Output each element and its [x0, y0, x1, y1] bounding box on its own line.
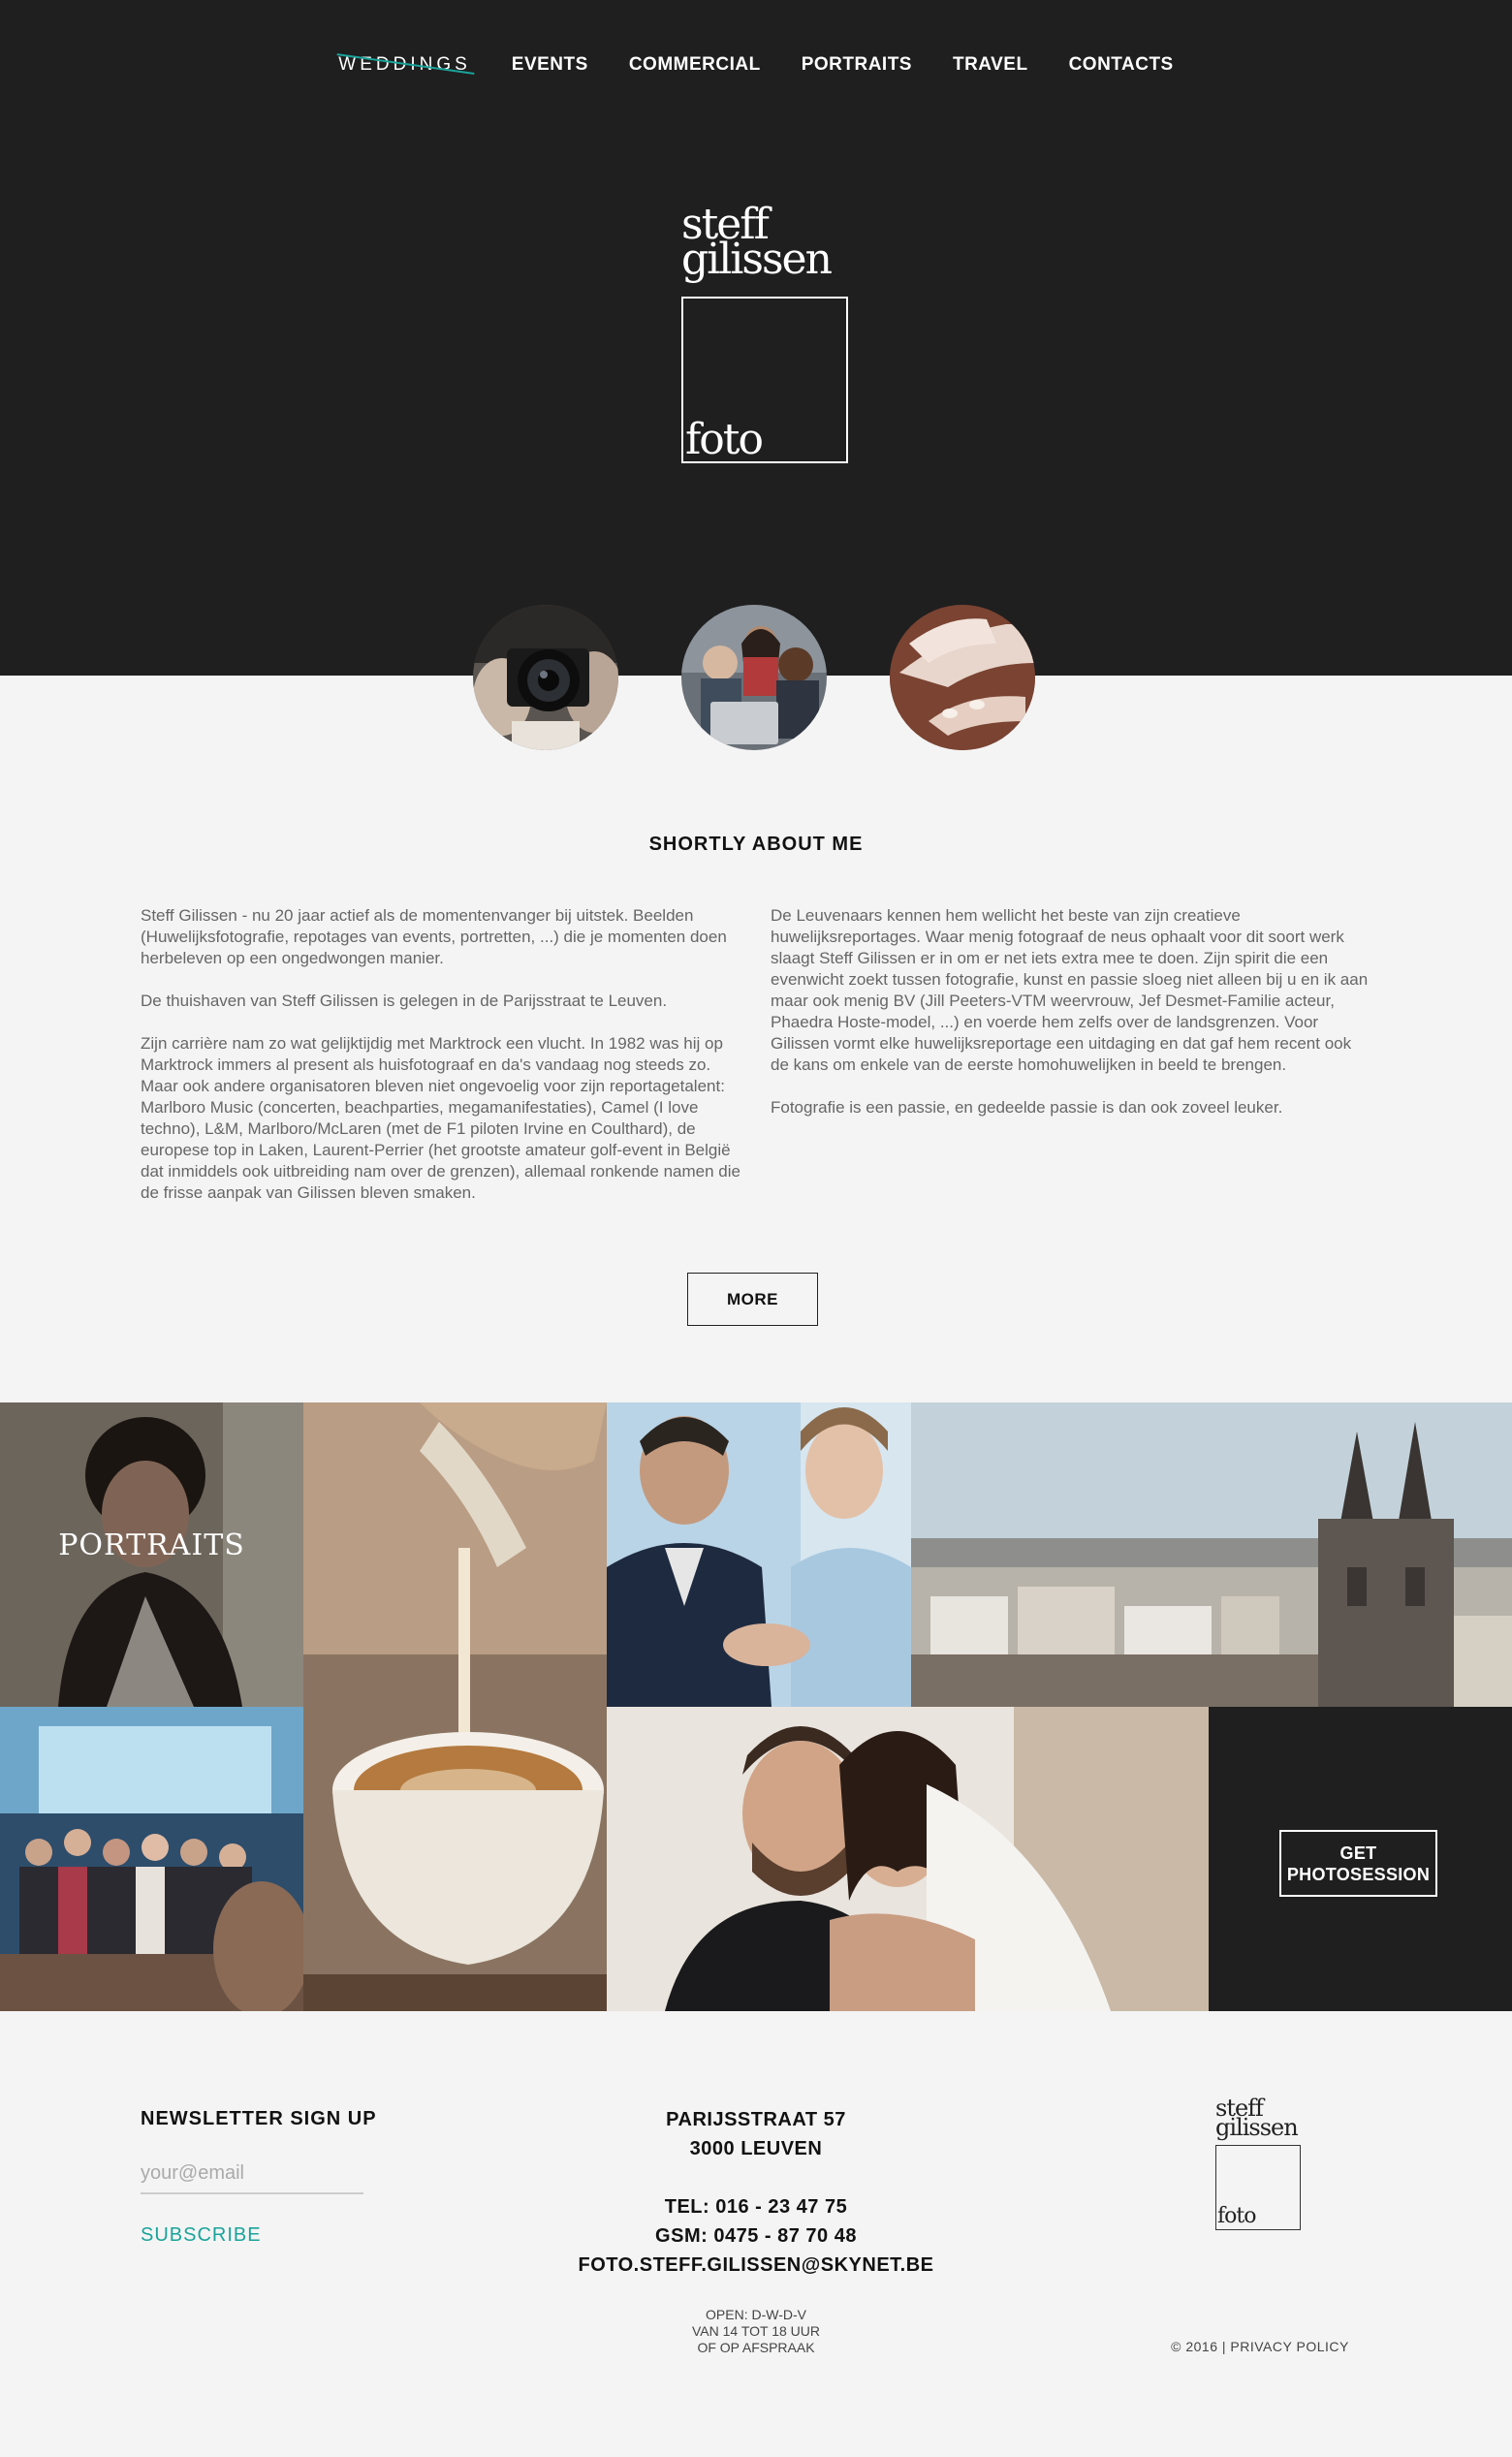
more-button[interactable]: MORE [687, 1273, 818, 1326]
copyright: © 2016 | PRIVACY POLICY [1134, 2339, 1386, 2354]
nav-portraits[interactable]: PORTRAITS [802, 52, 912, 78]
get-photosession-button[interactable]: GET PHOTOSESSION [1279, 1830, 1437, 1897]
circle-photo-camera[interactable] [473, 605, 618, 750]
cta-line-1: GET [1339, 1843, 1377, 1863]
cta-line-2: PHOTOSESSION [1286, 1864, 1431, 1884]
prague-photo-image [911, 1402, 1512, 1707]
phone-gsm[interactable]: GSM: 0475 - 87 70 48 [562, 2221, 950, 2251]
address-line-1: PARIJSSTRAAT 57 [666, 2109, 846, 2130]
footer-logo[interactable]: steff gilissen foto [1213, 2096, 1307, 2232]
party-photo-image [0, 1707, 303, 2011]
nav-travel[interactable]: TRAVEL [953, 52, 1028, 78]
hours-line-1: OPEN: D-W-D-V [706, 2307, 806, 2322]
coffee-photo-image [303, 1402, 607, 2011]
opening-hours: OPEN: D-W-D-V VAN 14 TOT 18 UUR OF OP AF… [562, 2307, 950, 2356]
wedding-photo-image [607, 1707, 1209, 2011]
main-nav: WEDDINGS EVENTS COMMERCIAL PORTRAITS TRA… [0, 52, 1512, 78]
camera-photo-image [473, 605, 618, 750]
gallery-tile-weddings[interactable] [607, 1707, 1209, 2011]
hours-line-2: VAN 14 TOT 18 UUR [691, 2323, 820, 2339]
contact-email-link[interactable]: FOTO.STEFF.GILISSEN@SKYNET.BE [562, 2251, 950, 2280]
about-paragraph: Zijn carrière nam zo wat gelijktijdig me… [141, 1034, 740, 1202]
site-logo[interactable]: steff gilissen foto [678, 204, 853, 467]
nav-events[interactable]: EVENTS [512, 52, 588, 78]
business-photo-image [607, 1402, 911, 1707]
about-paragraph: Fotografie is een passie, en gedeelde pa… [771, 1098, 1283, 1117]
nav-contacts[interactable]: CONTACTS [1069, 52, 1174, 78]
nav-commercial[interactable]: COMMERCIAL [629, 52, 761, 78]
gallery-tile-travel[interactable] [911, 1402, 1512, 1707]
about-title: SHORTLY ABOUT ME [648, 834, 864, 855]
logo-word-gilissen: gilissen [1215, 2114, 1299, 2141]
gallery-tile-events[interactable] [0, 1707, 303, 2011]
gallery-tile-business[interactable] [607, 1402, 911, 1707]
address-line-2: 3000 LEUVEN [689, 2138, 823, 2159]
logo-word-foto: foto [685, 415, 764, 464]
team-photo-image [681, 605, 827, 750]
nav-weddings[interactable]: WEDDINGS [338, 52, 471, 78]
circle-photo-team[interactable] [681, 605, 827, 750]
contact-info: PARIJSSTRAAT 57 3000 LEUVEN TEL: 016 - 2… [562, 2105, 950, 2280]
privacy-policy-link[interactable]: PRIVACY POLICY [1230, 2339, 1348, 2354]
hands-photo-image [890, 605, 1035, 750]
logo-word-gilissen: gilissen [681, 235, 833, 284]
about-paragraph: De thuishaven van Steff Gilissen is gele… [141, 992, 668, 1010]
copyright-text: © 2016 | [1171, 2339, 1227, 2354]
about-right-column: De Leuvenaars kennen hem wellicht het be… [771, 905, 1371, 1140]
gallery-tile-cta: GET PHOTOSESSION [1209, 1707, 1512, 2011]
circle-photo-hands[interactable] [890, 605, 1035, 750]
gallery-tile-portraits[interactable]: PORTRAITS [0, 1402, 303, 1707]
hours-line-3: OF OP AFSPRAAK [697, 2340, 815, 2355]
portraits-overlay-label: PORTRAITS [58, 1528, 245, 1562]
phone-tel[interactable]: TEL: 016 - 23 47 75 [562, 2192, 950, 2221]
page: WEDDINGS EVENTS COMMERCIAL PORTRAITS TRA… [0, 0, 1512, 2457]
newsletter-title: NEWSLETTER SIGN UP [141, 2108, 377, 2129]
logo-word-foto: foto [1217, 2204, 1256, 2228]
gallery-tile-coffee[interactable] [303, 1402, 607, 2011]
about-paragraph: Steff Gilissen - nu 20 jaar actief als d… [141, 906, 727, 967]
hero-header: WEDDINGS EVENTS COMMERCIAL PORTRAITS TRA… [0, 0, 1512, 676]
about-left-column: Steff Gilissen - nu 20 jaar actief als d… [141, 905, 741, 1225]
about-paragraph: De Leuvenaars kennen hem wellicht het be… [771, 906, 1369, 1074]
newsletter-email-input[interactable] [141, 2154, 363, 2194]
subscribe-button[interactable]: SUBSCRIBE [141, 2224, 262, 2247]
